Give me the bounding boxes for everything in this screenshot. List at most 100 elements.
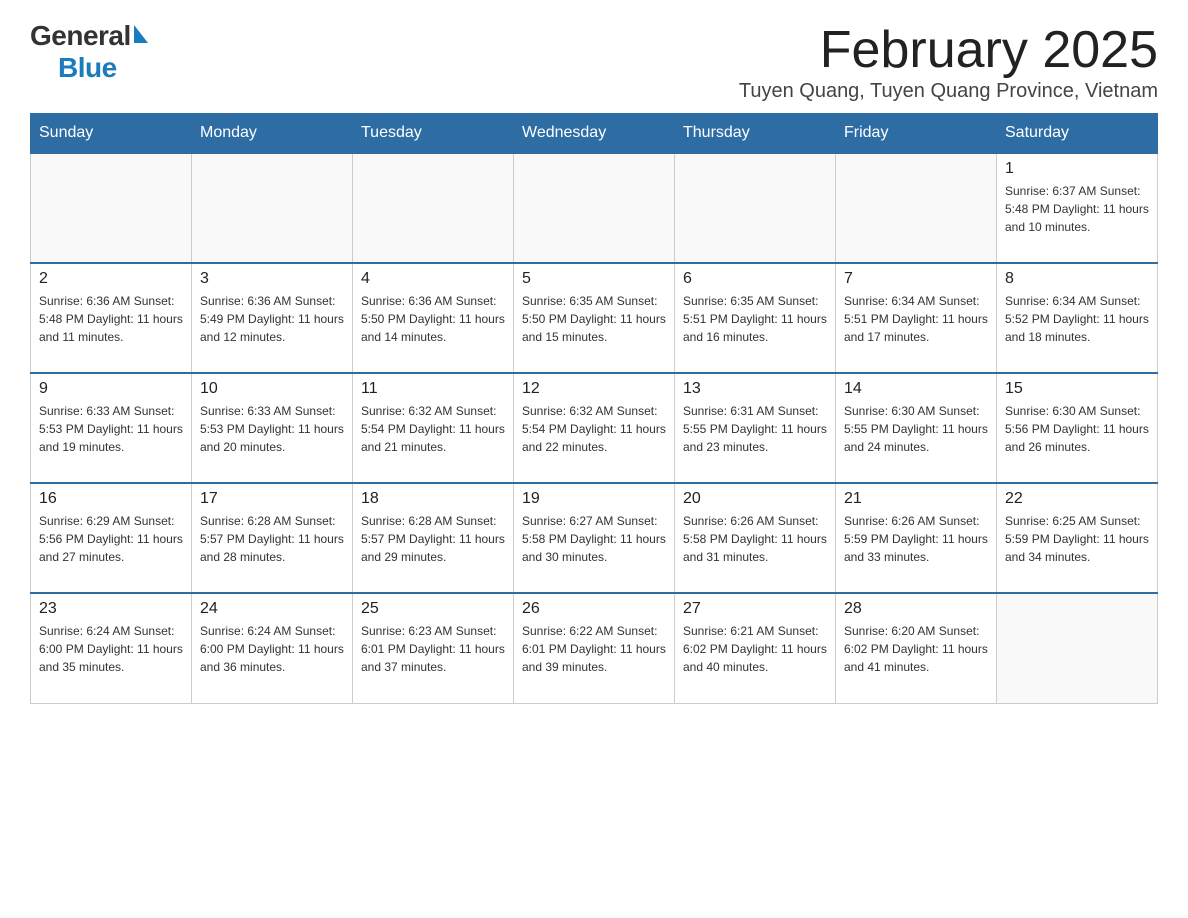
day-info: Sunrise: 6:22 AM Sunset: 6:01 PM Dayligh… (522, 622, 666, 676)
calendar-cell: 23 Sunrise: 6:24 AM Sunset: 6:00 PM Dayli… (31, 593, 192, 703)
day-info: Sunrise: 6:37 AM Sunset: 5:48 PM Dayligh… (1005, 182, 1149, 236)
day-number: 11 (361, 380, 505, 398)
day-of-week-header: Friday (836, 114, 997, 154)
calendar-cell: 28 Sunrise: 6:20 AM Sunset: 6:02 PM Dayli… (836, 593, 997, 703)
day-number: 3 (200, 270, 344, 288)
day-number: 2 (39, 270, 183, 288)
day-of-week-header: Tuesday (353, 114, 514, 154)
calendar-cell: 20Sunrise: 6:26 AM Sunset: 5:58 PM Dayli… (675, 483, 836, 593)
calendar-cell (514, 153, 675, 263)
calendar-week-row: 2Sunrise: 6:36 AM Sunset: 5:48 PM Daylig… (31, 263, 1158, 373)
day-info: Sunrise: 6:35 AM Sunset: 5:51 PM Dayligh… (683, 292, 827, 346)
day-info: Sunrise: 6:20 AM Sunset: 6:02 PM Dayligh… (844, 622, 988, 676)
day-number: 20 (683, 490, 827, 508)
day-info: Sunrise: 6:32 AM Sunset: 5:54 PM Dayligh… (522, 402, 666, 456)
day-number: 27 (683, 600, 827, 618)
calendar-cell (997, 593, 1158, 703)
calendar-cell: 7 Sunrise: 6:34 AM Sunset: 5:51 PM Daylig… (836, 263, 997, 373)
calendar-week-row: 16 Sunrise: 6:29 AM Sunset: 5:56 PM Dayli… (31, 483, 1158, 593)
day-of-week-header: Monday (192, 114, 353, 154)
calendar-cell: 10 Sunrise: 6:33 AM Sunset: 5:53 PM Dayli… (192, 373, 353, 483)
day-number: 17 (200, 490, 344, 508)
day-number: 8 (1005, 270, 1149, 288)
day-number: 23 (39, 600, 183, 618)
day-number: 22 (1005, 490, 1149, 508)
title-section: February 2025 Tuyen Quang, Tuyen Quang P… (739, 20, 1158, 103)
day-info: Sunrise: 6:34 AM Sunset: 5:51 PM Dayligh… (844, 292, 988, 346)
day-info: Sunrise: 6:33 AM Sunset: 5:53 PM Dayligh… (200, 402, 344, 456)
day-info: Sunrise: 6:36 AM Sunset: 5:50 PM Dayligh… (361, 292, 505, 346)
day-number: 1 (1005, 160, 1149, 178)
calendar-cell: 9 Sunrise: 6:33 AM Sunset: 5:53 PM Daylig… (31, 373, 192, 483)
day-info: Sunrise: 6:28 AM Sunset: 5:57 PM Dayligh… (361, 512, 505, 566)
day-number: 19 (522, 490, 666, 508)
day-number: 21 (844, 490, 988, 508)
day-number: 18 (361, 490, 505, 508)
day-number: 10 (200, 380, 344, 398)
calendar-cell: 22Sunrise: 6:25 AM Sunset: 5:59 PM Dayli… (997, 483, 1158, 593)
day-number: 12 (522, 380, 666, 398)
calendar-table: SundayMondayTuesdayWednesdayThursdayFrid… (30, 113, 1158, 704)
calendar-cell: 12 Sunrise: 6:32 AM Sunset: 5:54 PM Dayli… (514, 373, 675, 483)
day-info: Sunrise: 6:27 AM Sunset: 5:58 PM Dayligh… (522, 512, 666, 566)
day-number: 5 (522, 270, 666, 288)
calendar-cell: 2Sunrise: 6:36 AM Sunset: 5:48 PM Daylig… (31, 263, 192, 373)
day-info: Sunrise: 6:28 AM Sunset: 5:57 PM Dayligh… (200, 512, 344, 566)
calendar-cell: 21 Sunrise: 6:26 AM Sunset: 5:59 PM Dayli… (836, 483, 997, 593)
day-info: Sunrise: 6:34 AM Sunset: 5:52 PM Dayligh… (1005, 292, 1149, 346)
logo-general-text: General (30, 20, 131, 52)
page-subtitle: Tuyen Quang, Tuyen Quang Province, Vietn… (739, 80, 1158, 103)
calendar-cell: 11 Sunrise: 6:32 AM Sunset: 5:54 PM Dayli… (353, 373, 514, 483)
calendar-cell: 24 Sunrise: 6:24 AM Sunset: 6:00 PM Dayli… (192, 593, 353, 703)
day-number: 13 (683, 380, 827, 398)
logo: General Blue (30, 20, 148, 84)
day-info: Sunrise: 6:32 AM Sunset: 5:54 PM Dayligh… (361, 402, 505, 456)
day-of-week-header: Saturday (997, 114, 1158, 154)
calendar-cell: 8 Sunrise: 6:34 AM Sunset: 5:52 PM Daylig… (997, 263, 1158, 373)
day-info: Sunrise: 6:35 AM Sunset: 5:50 PM Dayligh… (522, 292, 666, 346)
logo-blue-text: Blue (58, 52, 117, 83)
calendar-cell: 19 Sunrise: 6:27 AM Sunset: 5:58 PM Dayli… (514, 483, 675, 593)
day-info: Sunrise: 6:24 AM Sunset: 6:00 PM Dayligh… (200, 622, 344, 676)
calendar-cell: 15 Sunrise: 6:30 AM Sunset: 5:56 PM Dayli… (997, 373, 1158, 483)
day-info: Sunrise: 6:23 AM Sunset: 6:01 PM Dayligh… (361, 622, 505, 676)
calendar-cell (836, 153, 997, 263)
day-of-week-header: Sunday (31, 114, 192, 154)
calendar-cell: 17 Sunrise: 6:28 AM Sunset: 5:57 PM Dayli… (192, 483, 353, 593)
day-info: Sunrise: 6:31 AM Sunset: 5:55 PM Dayligh… (683, 402, 827, 456)
day-number: 24 (200, 600, 344, 618)
calendar-week-row: 9 Sunrise: 6:33 AM Sunset: 5:53 PM Daylig… (31, 373, 1158, 483)
day-number: 15 (1005, 380, 1149, 398)
calendar-cell: 3Sunrise: 6:36 AM Sunset: 5:49 PM Daylig… (192, 263, 353, 373)
day-info: Sunrise: 6:26 AM Sunset: 5:59 PM Dayligh… (844, 512, 988, 566)
day-info: Sunrise: 6:33 AM Sunset: 5:53 PM Dayligh… (39, 402, 183, 456)
day-number: 4 (361, 270, 505, 288)
calendar-week-row: 23 Sunrise: 6:24 AM Sunset: 6:00 PM Dayli… (31, 593, 1158, 703)
page-header: General Blue February 2025 Tuyen Quang, … (30, 20, 1158, 103)
day-info: Sunrise: 6:21 AM Sunset: 6:02 PM Dayligh… (683, 622, 827, 676)
calendar-cell: 4 Sunrise: 6:36 AM Sunset: 5:50 PM Daylig… (353, 263, 514, 373)
calendar-cell: 16 Sunrise: 6:29 AM Sunset: 5:56 PM Dayli… (31, 483, 192, 593)
calendar-cell: 27 Sunrise: 6:21 AM Sunset: 6:02 PM Dayli… (675, 593, 836, 703)
day-number: 26 (522, 600, 666, 618)
day-number: 28 (844, 600, 988, 618)
day-number: 7 (844, 270, 988, 288)
day-info: Sunrise: 6:30 AM Sunset: 5:56 PM Dayligh… (1005, 402, 1149, 456)
calendar-header-row: SundayMondayTuesdayWednesdayThursdayFrid… (31, 114, 1158, 154)
calendar-cell: 5 Sunrise: 6:35 AM Sunset: 5:50 PM Daylig… (514, 263, 675, 373)
day-info: Sunrise: 6:24 AM Sunset: 6:00 PM Dayligh… (39, 622, 183, 676)
calendar-cell: 1 Sunrise: 6:37 AM Sunset: 5:48 PM Daylig… (997, 153, 1158, 263)
day-number: 9 (39, 380, 183, 398)
calendar-cell (31, 153, 192, 263)
calendar-cell: 6Sunrise: 6:35 AM Sunset: 5:51 PM Daylig… (675, 263, 836, 373)
day-number: 25 (361, 600, 505, 618)
page-title: February 2025 (739, 20, 1158, 80)
calendar-cell: 13 Sunrise: 6:31 AM Sunset: 5:55 PM Dayli… (675, 373, 836, 483)
day-number: 16 (39, 490, 183, 508)
calendar-cell: 26 Sunrise: 6:22 AM Sunset: 6:01 PM Dayli… (514, 593, 675, 703)
day-info: Sunrise: 6:29 AM Sunset: 5:56 PM Dayligh… (39, 512, 183, 566)
calendar-cell: 18 Sunrise: 6:28 AM Sunset: 5:57 PM Dayli… (353, 483, 514, 593)
day-number: 14 (844, 380, 988, 398)
calendar-cell (192, 153, 353, 263)
calendar-cell (353, 153, 514, 263)
